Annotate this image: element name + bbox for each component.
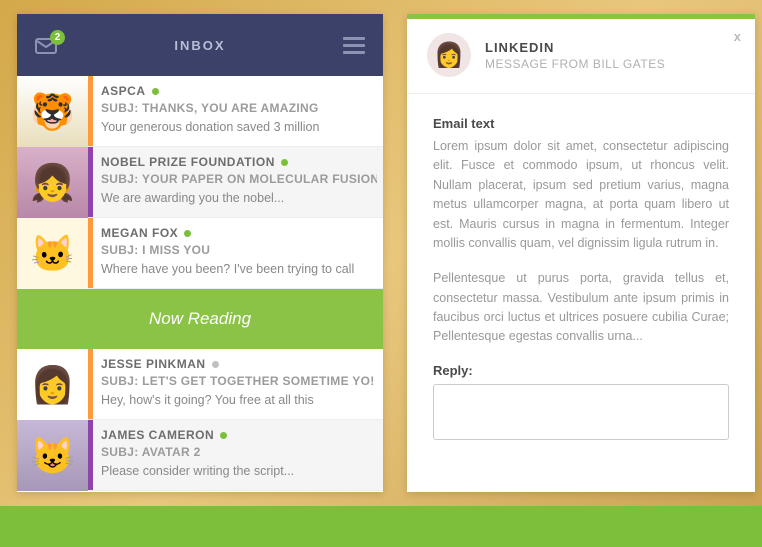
status-dot-icon	[184, 230, 191, 237]
message-item[interactable]: 😺 JAMES CAMERON SUBJ: AVATAR 2 Please cons…	[17, 420, 383, 491]
message-subject: SUBJ: AVATAR 2	[101, 445, 377, 459]
detail-header: 👩 LINKEDIN MESSAGE FROM BILL GATES	[407, 19, 755, 94]
message-subject: SUBJ: YOUR PAPER ON MOLECULAR FUSION	[101, 172, 377, 186]
inbox-panel: 2 INBOX 🐯 ASPCA SUBJ: THANKS, YOU ARE AMA…	[17, 14, 383, 492]
message-sender: JAMES CAMERON	[101, 428, 377, 442]
avatar: 👩	[17, 349, 88, 420]
avatar: 👧	[17, 147, 88, 218]
message-preview: Where have you been? I've been trying to…	[101, 262, 377, 276]
message-list: 🐯 ASPCA SUBJ: THANKS, YOU ARE AMAZING Your…	[17, 76, 383, 492]
avatar: 🐱	[17, 218, 88, 289]
message-subject: SUBJ: I MISS YOU	[101, 243, 377, 257]
hamburger-menu-icon[interactable]	[343, 37, 365, 54]
reply-label: Reply:	[433, 363, 729, 378]
now-reading-divider: Now Reading	[17, 289, 383, 349]
message-subject: SUBJ: LET'S GET TOGETHER SOMETIME YO!	[101, 374, 377, 388]
detail-body: Email text Lorem ipsum dolor sit amet, c…	[407, 94, 755, 492]
message-sender: ASPCA	[101, 84, 377, 98]
inbox-header: 2 INBOX	[17, 14, 383, 76]
message-subject: SUBJ: THANKS, YOU ARE AMAZING	[101, 101, 377, 115]
message-preview: Please consider writing the script...	[101, 464, 377, 478]
message-preview: Hey, how's it going? You free at all thi…	[101, 393, 377, 407]
message-sender: JESSE PINKMAN	[101, 357, 377, 371]
message-item[interactable]: 🐯 ASPCA SUBJ: THANKS, YOU ARE AMAZING Your…	[17, 76, 383, 147]
bottom-accent-strip	[0, 506, 762, 547]
inbox-envelope-wrapper[interactable]: 2	[35, 36, 57, 54]
detail-sender: LINKEDIN	[485, 40, 735, 55]
detail-avatar: 👩	[427, 33, 471, 77]
message-preview: We are awarding you the nobel...	[101, 191, 377, 205]
status-dot-icon	[152, 88, 159, 95]
email-paragraph: Pellentesque ut purus porta, gravida tel…	[433, 269, 729, 347]
message-sender: NOBEL PRIZE FOUNDATION	[101, 155, 377, 169]
message-sender: MEGAN FOX	[101, 226, 377, 240]
message-preview: Your generous donation saved 3 million	[101, 120, 377, 134]
status-dot-icon	[281, 159, 288, 166]
message-item[interactable]: 👩 JESSE PINKMAN SUBJ: LET'S GET TOGETHER …	[17, 349, 383, 420]
email-text-label: Email text	[433, 116, 729, 131]
reply-textarea[interactable]	[433, 384, 729, 440]
email-paragraph: Lorem ipsum dolor sit amet, consectetur …	[433, 137, 729, 253]
message-item[interactable]: 👧 NOBEL PRIZE FOUNDATION SUBJ: YOUR PAPER…	[17, 147, 383, 218]
avatar: 🐯	[17, 76, 88, 147]
detail-panel: x 👩 LINKEDIN MESSAGE FROM BILL GATES Ema…	[407, 14, 755, 492]
status-dot-icon	[212, 361, 219, 368]
message-item[interactable]: 🐱 MEGAN FOX SUBJ: I MISS YOU Where have yo…	[17, 218, 383, 289]
detail-from: MESSAGE FROM BILL GATES	[485, 57, 735, 71]
status-dot-icon	[220, 432, 227, 439]
avatar: 😺	[17, 420, 88, 491]
unread-badge: 2	[50, 30, 65, 45]
close-button[interactable]: x	[734, 29, 741, 44]
inbox-title: INBOX	[174, 38, 225, 53]
